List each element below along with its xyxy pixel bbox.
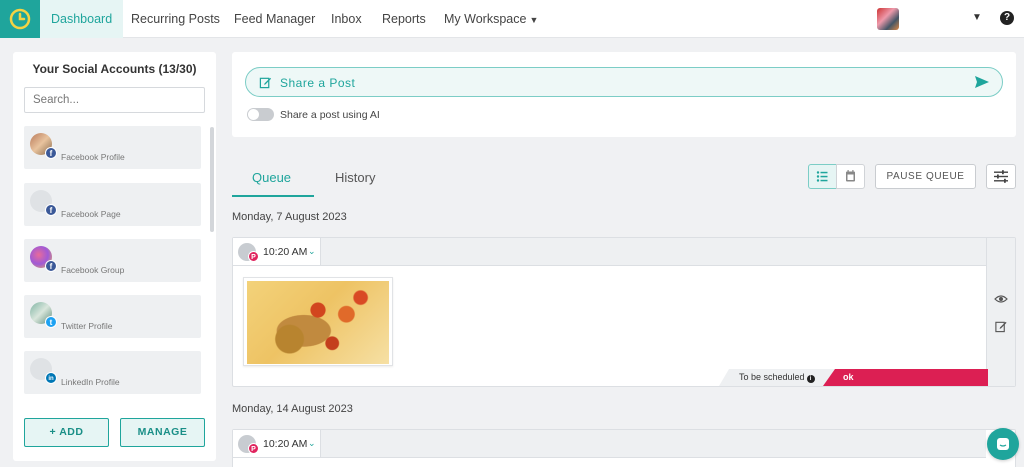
nav-my-workspace-label: My Workspace xyxy=(444,12,527,26)
account-label: Facebook Group xyxy=(61,265,125,275)
calendar-view-button[interactable] xyxy=(836,164,865,189)
nav-my-workspace[interactable]: My Workspace ▼ xyxy=(444,0,538,38)
user-avatar[interactable] xyxy=(877,8,899,30)
top-nav: Dashboard Recurring Posts Feed Manager I… xyxy=(0,0,1024,38)
queued-post-card[interactable]: P 10:20 AM ⌄ xyxy=(232,429,1016,467)
facebook-icon: f xyxy=(45,260,57,272)
post-header-strip xyxy=(321,238,986,266)
nav-reports[interactable]: Reports xyxy=(382,0,426,38)
post-header-strip xyxy=(321,430,986,458)
queued-post-card[interactable]: P 10:20 AM ⌄ To be scheduled i ok xyxy=(232,237,1016,387)
social-accounts-panel: Your Social Accounts (13/30) f Facebook … xyxy=(13,52,216,461)
edit-icon[interactable] xyxy=(994,320,1008,333)
nav-dashboard[interactable]: Dashboard xyxy=(40,0,124,38)
twitter-icon: t xyxy=(45,316,57,328)
search-input[interactable] xyxy=(24,87,205,113)
account-label: LinkedIn Profile xyxy=(61,377,120,387)
account-facebook-group[interactable]: f Facebook Group xyxy=(24,239,201,282)
add-account-button[interactable]: + ADD xyxy=(24,418,109,447)
help-icon[interactable]: ? xyxy=(1000,11,1014,25)
accounts-title: Your Social Accounts (13/30) xyxy=(32,62,197,76)
tab-queue[interactable]: Queue xyxy=(252,170,291,185)
account-facebook-profile[interactable]: f Facebook Profile xyxy=(24,126,201,169)
edit-icon xyxy=(259,77,272,89)
account-facebook-page[interactable]: f Facebook Page xyxy=(24,183,201,226)
facebook-icon: f xyxy=(45,147,57,159)
account-linkedin-profile[interactable]: in LinkedIn Profile xyxy=(24,351,201,394)
calendar-icon xyxy=(846,170,855,182)
ai-toggle-label: Share a post using AI xyxy=(280,109,380,121)
account-label: Facebook Profile xyxy=(61,152,125,162)
nav-recurring-posts[interactable]: Recurring Posts xyxy=(131,0,220,38)
account-label: Twitter Profile xyxy=(61,321,113,331)
pinterest-icon: P xyxy=(248,443,259,454)
caret-down-icon[interactable]: ▼ xyxy=(972,12,982,23)
account-twitter-profile[interactable]: t Twitter Profile xyxy=(24,295,201,338)
send-icon[interactable] xyxy=(974,75,990,89)
filter-button[interactable] xyxy=(986,164,1016,189)
tab-history[interactable]: History xyxy=(335,170,375,185)
facebook-icon: f xyxy=(45,204,57,216)
logo-clock-icon[interactable] xyxy=(0,0,40,38)
sidebar-scrollbar[interactable] xyxy=(210,127,214,232)
chevron-down-icon[interactable]: ⌄ xyxy=(308,438,316,449)
eye-icon[interactable] xyxy=(994,294,1008,304)
share-post-input[interactable]: Share a Post xyxy=(245,67,1003,97)
status-label: To be scheduled i xyxy=(719,369,836,386)
ai-toggle[interactable] xyxy=(247,108,274,121)
post-image-thumbnail[interactable] xyxy=(243,277,393,366)
chat-button[interactable] xyxy=(987,428,1019,460)
manage-accounts-button[interactable]: MANAGE xyxy=(120,418,205,447)
post-time-header[interactable]: P 10:20 AM ⌄ xyxy=(233,238,321,266)
status-badge: ok xyxy=(823,369,988,386)
post-image xyxy=(247,281,389,364)
post-time: 10:20 AM xyxy=(263,246,308,258)
list-icon xyxy=(816,171,828,182)
pinterest-icon: P xyxy=(248,251,259,262)
post-actions-column xyxy=(986,238,1015,386)
info-icon[interactable]: i xyxy=(806,375,815,383)
queue-date-heading: Monday, 14 August 2023 xyxy=(232,403,353,415)
share-post-card: Share a Post Share a post using AI xyxy=(232,52,1016,137)
queue-date-heading: Monday, 7 August 2023 xyxy=(232,211,347,223)
list-view-button[interactable] xyxy=(808,164,837,189)
chat-icon xyxy=(997,438,1009,450)
pause-queue-button[interactable]: PAUSE QUEUE xyxy=(875,164,976,189)
post-time: 10:20 AM xyxy=(263,438,308,450)
status-text: To be scheduled xyxy=(739,372,805,382)
caret-down-icon: ▼ xyxy=(529,15,539,25)
sliders-icon xyxy=(994,170,1008,183)
account-label: Facebook Page xyxy=(61,209,121,219)
share-post-label: Share a Post xyxy=(280,76,356,90)
nav-inbox[interactable]: Inbox xyxy=(331,0,362,38)
nav-feed-manager[interactable]: Feed Manager xyxy=(234,0,315,38)
tab-underline xyxy=(232,195,314,197)
chevron-down-icon[interactable]: ⌄ xyxy=(308,246,316,257)
linkedin-icon: in xyxy=(45,372,57,384)
post-time-header[interactable]: P 10:20 AM ⌄ xyxy=(233,430,321,458)
